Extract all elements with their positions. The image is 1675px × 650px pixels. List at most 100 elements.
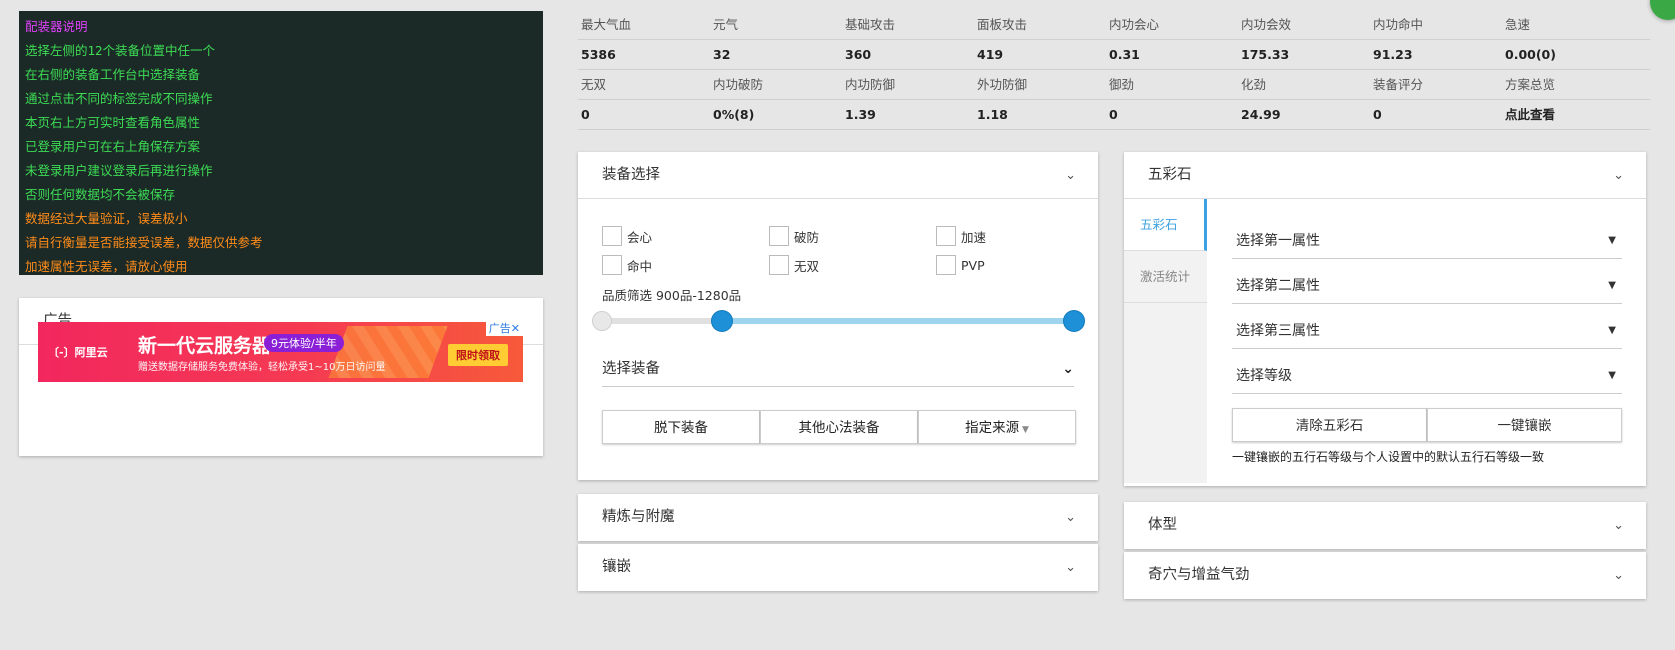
qixue-buff-card[interactable]: 奇穴与增益气劲 ⌄ (1124, 552, 1646, 599)
body-type-card[interactable]: 体型 ⌄ (1124, 502, 1646, 549)
checkbox-label: 会心 (627, 229, 653, 245)
clear-stone-button[interactable]: 清除五彩石 (1232, 408, 1427, 442)
other-school-gear-button[interactable]: 其他心法装备 (760, 410, 918, 444)
chevron-down-icon[interactable]: ⌄ (1613, 502, 1624, 549)
ad-card: 广告 ⌄ 〔-〕阿里云 新一代云服务器 9元体验/半年 赠送数据存储服务免费体验… (19, 298, 543, 456)
equipment-dropdown[interactable]: 选择装备 ⌄ (602, 358, 1074, 387)
ad-logo: 〔-〕阿里云 (48, 346, 108, 359)
five-color-stone-header[interactable]: 五彩石 ⌄ (1124, 152, 1646, 199)
equipment-dropdown-label: 选择装备 (602, 361, 660, 377)
caret-down-icon: ▼ (1608, 235, 1616, 246)
stat-value: 24.99 (1241, 107, 1281, 122)
checkbox-box[interactable] (602, 226, 622, 246)
filter-checkbox-strain[interactable]: 无双 (769, 255, 936, 275)
instruction-line: 未登录用户建议登录后再进行操作 (25, 163, 213, 178)
gem-side-tabs: 五彩石 激活统计 (1124, 199, 1207, 483)
stat-value: 419 (977, 47, 1004, 62)
stats-value-row: 0 0%(8) 1.39 1.18 0 24.99 0 点此查看 (578, 100, 1650, 130)
chevron-down-icon[interactable]: ⌄ (1065, 494, 1076, 541)
slider-selected-range (722, 318, 1074, 324)
stat-label: 无双 (581, 77, 607, 92)
warning-line: 加速属性无误差，请放心使用 (25, 259, 188, 274)
stat-label: 内功会心 (1109, 17, 1160, 32)
unequip-button[interactable]: 脱下装备 (602, 410, 760, 444)
chevron-down-icon[interactable]: ⌄ (1065, 152, 1076, 199)
refine-enchant-card[interactable]: 精炼与附魔 ⌄ (578, 494, 1098, 541)
inlay-header[interactable]: 镶嵌 ⌄ (578, 544, 1098, 591)
stat-label: 内功防御 (845, 77, 896, 92)
gem-level-select[interactable]: 选择等级 ▼ (1232, 358, 1622, 394)
body-type-header[interactable]: 体型 ⌄ (1124, 502, 1646, 549)
chevron-down-icon[interactable]: ⌄ (1613, 152, 1624, 199)
stat-value: 91.23 (1373, 47, 1413, 62)
select-label: 选择第三属性 (1236, 323, 1320, 339)
filter-checkbox-pvp[interactable]: PVP (936, 255, 1103, 275)
body-type-title: 体型 (1148, 517, 1177, 533)
chevron-down-icon[interactable]: ⌄ (1613, 552, 1624, 599)
equipment-select-header[interactable]: 装备选择 ⌄ (578, 152, 1098, 199)
caret-down-icon: ▼ (1608, 280, 1616, 291)
stat-label: 内功破防 (713, 77, 764, 92)
stat-label: 急速 (1505, 17, 1531, 32)
inlay-title: 镶嵌 (602, 559, 631, 575)
caret-down-icon: ▼ (1608, 370, 1616, 381)
select-label: 选择第二属性 (1236, 278, 1320, 294)
qixue-buff-header[interactable]: 奇穴与增益气劲 ⌄ (1124, 552, 1646, 599)
filter-checkbox-pierce[interactable]: 破防 (769, 226, 936, 246)
quality-range-slider[interactable] (592, 311, 1084, 331)
stat-label: 基础攻击 (845, 17, 896, 32)
filter-checkbox-crit[interactable]: 会心 (602, 226, 769, 246)
stat-label: 化劲 (1241, 77, 1267, 92)
chevron-down-icon[interactable]: ⌄ (1062, 358, 1074, 380)
gem-attribute-1-select[interactable]: 选择第一属性 ▼ (1232, 223, 1622, 259)
auto-inlay-note: 一键镶嵌的五行石等级与个人设置中的默认五行石等级一致 (1232, 450, 1545, 464)
filter-checkbox-row: 会心 破防 加速 (602, 226, 1103, 246)
inlay-card[interactable]: 镶嵌 ⌄ (578, 544, 1098, 591)
refine-enchant-header[interactable]: 精炼与附魔 ⌄ (578, 494, 1098, 541)
tab-activation-stats[interactable]: 激活统计 (1124, 251, 1207, 303)
checkbox-box[interactable] (769, 226, 789, 246)
stat-value: 0.00(0) (1505, 47, 1556, 62)
stat-label: 装备评分 (1373, 77, 1424, 92)
filter-checkbox-haste[interactable]: 加速 (936, 226, 1103, 246)
slider-high-handle[interactable] (1064, 311, 1084, 331)
filter-checkbox-hit[interactable]: 命中 (602, 255, 769, 275)
stat-label: 外功防御 (977, 77, 1028, 92)
stat-value: 0%(8) (713, 107, 755, 122)
stat-value: 0 (581, 107, 590, 122)
stat-label: 方案总览 (1505, 77, 1556, 92)
checkbox-box[interactable] (769, 255, 789, 275)
slider-min-handle[interactable] (592, 311, 612, 331)
checkbox-box[interactable] (936, 255, 956, 275)
ad-close-icon[interactable]: 广告✕ (485, 322, 523, 336)
caret-down-icon: ▼ (1608, 325, 1616, 336)
checkbox-box[interactable] (936, 226, 956, 246)
tab-five-color-stone[interactable]: 五彩石 (1124, 199, 1207, 251)
slider-low-handle[interactable] (712, 311, 732, 331)
chevron-down-icon[interactable]: ⌄ (1065, 544, 1076, 591)
gem-attribute-3-select[interactable]: 选择第三属性 ▼ (1232, 313, 1622, 349)
stat-value: 0.31 (1109, 47, 1140, 62)
ad-cta-button[interactable]: 限时领取 (448, 344, 508, 366)
instruction-line: 已登录用户可在右上角保存方案 (25, 139, 201, 154)
checkbox-box[interactable] (602, 255, 622, 275)
qixue-buff-title: 奇穴与增益气劲 (1148, 567, 1250, 583)
checkbox-label: 破防 (794, 229, 820, 245)
plan-overview-link[interactable]: 点此查看 (1502, 100, 1634, 129)
source-filter-button[interactable]: 指定来源 ▼ (918, 410, 1076, 444)
instruction-line: 在右侧的装备工作台中选择装备 (25, 67, 201, 82)
checkbox-label: 命中 (627, 258, 653, 274)
checkbox-label: PVP (961, 257, 985, 273)
refine-enchant-title: 精炼与附魔 (602, 509, 675, 525)
floating-action-button[interactable] (1650, 0, 1675, 20)
auto-inlay-button[interactable]: 一键镶嵌 (1427, 408, 1622, 442)
gem-attribute-2-select[interactable]: 选择第二属性 ▼ (1232, 268, 1622, 304)
instruction-line: 本页右上方可实时查看角色属性 (25, 115, 201, 130)
quality-filter-label: 品质筛选 900品-1280品 (602, 288, 742, 303)
stat-value: 0 (1373, 107, 1382, 122)
ad-banner[interactable]: 〔-〕阿里云 新一代云服务器 9元体验/半年 赠送数据存储服务免费体验，轻松承受… (38, 322, 523, 382)
stat-value: 5386 (581, 47, 616, 62)
warning-line: 数据经过大量验证，误差极小 (25, 211, 188, 226)
stat-value: 360 (845, 47, 872, 62)
instruction-line: 否则任何数据均不会被保存 (25, 187, 176, 202)
